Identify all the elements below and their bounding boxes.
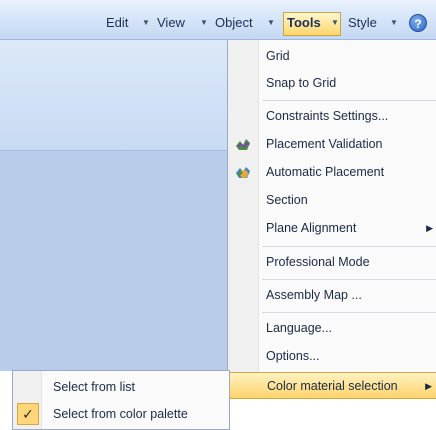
menu-item-constraints-settings[interactable]: Constraints Settings... [228,103,436,130]
menu-item-label: Language... [266,321,333,335]
menu-separator [262,246,436,247]
menu-item-automatic-placement[interactable]: Automatic Placement [228,159,436,186]
menu-item-label: Select from list [53,380,135,394]
menu-separator [262,279,436,280]
background-pane-middle [0,150,227,371]
menu-item-options[interactable]: Options... [228,343,436,370]
menu-separator [262,312,436,313]
menu-item-select-from-color-palette[interactable]: ✓ Select from color palette [13,401,229,427]
menu-item-select-from-list[interactable]: Select from list [13,374,229,400]
menu-view[interactable]: View [157,12,185,34]
automatic-placement-icon [236,167,250,178]
menu-item-label: Constraints Settings... [266,109,389,123]
menu-item-label: Placement Validation [266,137,383,151]
menu-separator [262,100,436,101]
chevron-down-icon[interactable]: ▼ [331,12,339,34]
tools-dropdown-menu: Grid Snap to Grid Constraints Settings..… [227,40,436,399]
menu-item-professional-mode[interactable]: Professional Mode [228,249,436,276]
menu-item-label: Automatic Placement [266,165,385,179]
menu-item-section[interactable]: Section [228,187,436,214]
menu-item-plane-alignment[interactable]: Plane Alignment ▶ [228,215,436,242]
menu-tools[interactable]: Tools [287,12,321,34]
submenu-arrow-icon: ▶ [426,223,433,233]
menu-item-label: Color material selection [267,379,398,393]
menu-item-label: Options... [266,349,320,363]
menu-item-label: Section [266,193,308,207]
menu-object[interactable]: Object [215,12,253,34]
checkmark-icon: ✓ [17,403,39,425]
menu-item-label: Snap to Grid [266,76,337,90]
chevron-down-icon[interactable]: ▼ [267,12,275,34]
menu-item-grid[interactable]: Grid [228,43,436,70]
chevron-down-icon[interactable]: ▼ [142,12,150,34]
menu-item-assembly-map[interactable]: Assembly Map ... [228,282,436,309]
color-material-submenu: Select from list ✓ Select from color pal… [12,370,230,430]
menubar: Edit ▼ View ▼ Object ▼ Tools ▼ Style ▼ ? [0,0,436,40]
chevron-down-icon[interactable]: ▼ [390,12,398,34]
menu-item-snap-to-grid[interactable]: Snap to Grid [228,70,436,97]
submenu-arrow-icon: ▶ [425,381,432,391]
placement-validation-icon [236,139,250,150]
background-pane-top [0,40,227,150]
help-icon[interactable]: ? [409,14,427,32]
menu-item-label: Select from color palette [53,407,188,421]
menu-item-color-material-selection[interactable]: Color material selection ▶ [228,372,436,399]
menu-style[interactable]: Style [348,12,377,34]
chevron-down-icon[interactable]: ▼ [200,12,208,34]
menu-edit[interactable]: Edit [106,12,128,34]
menu-item-language[interactable]: Language... [228,315,436,342]
menu-item-label: Professional Mode [266,255,370,269]
menu-item-placement-validation[interactable]: Placement Validation [228,131,436,158]
menu-item-label: Grid [266,49,290,63]
menu-item-label: Plane Alignment [266,221,357,235]
menu-item-label: Assembly Map ... [266,288,362,302]
